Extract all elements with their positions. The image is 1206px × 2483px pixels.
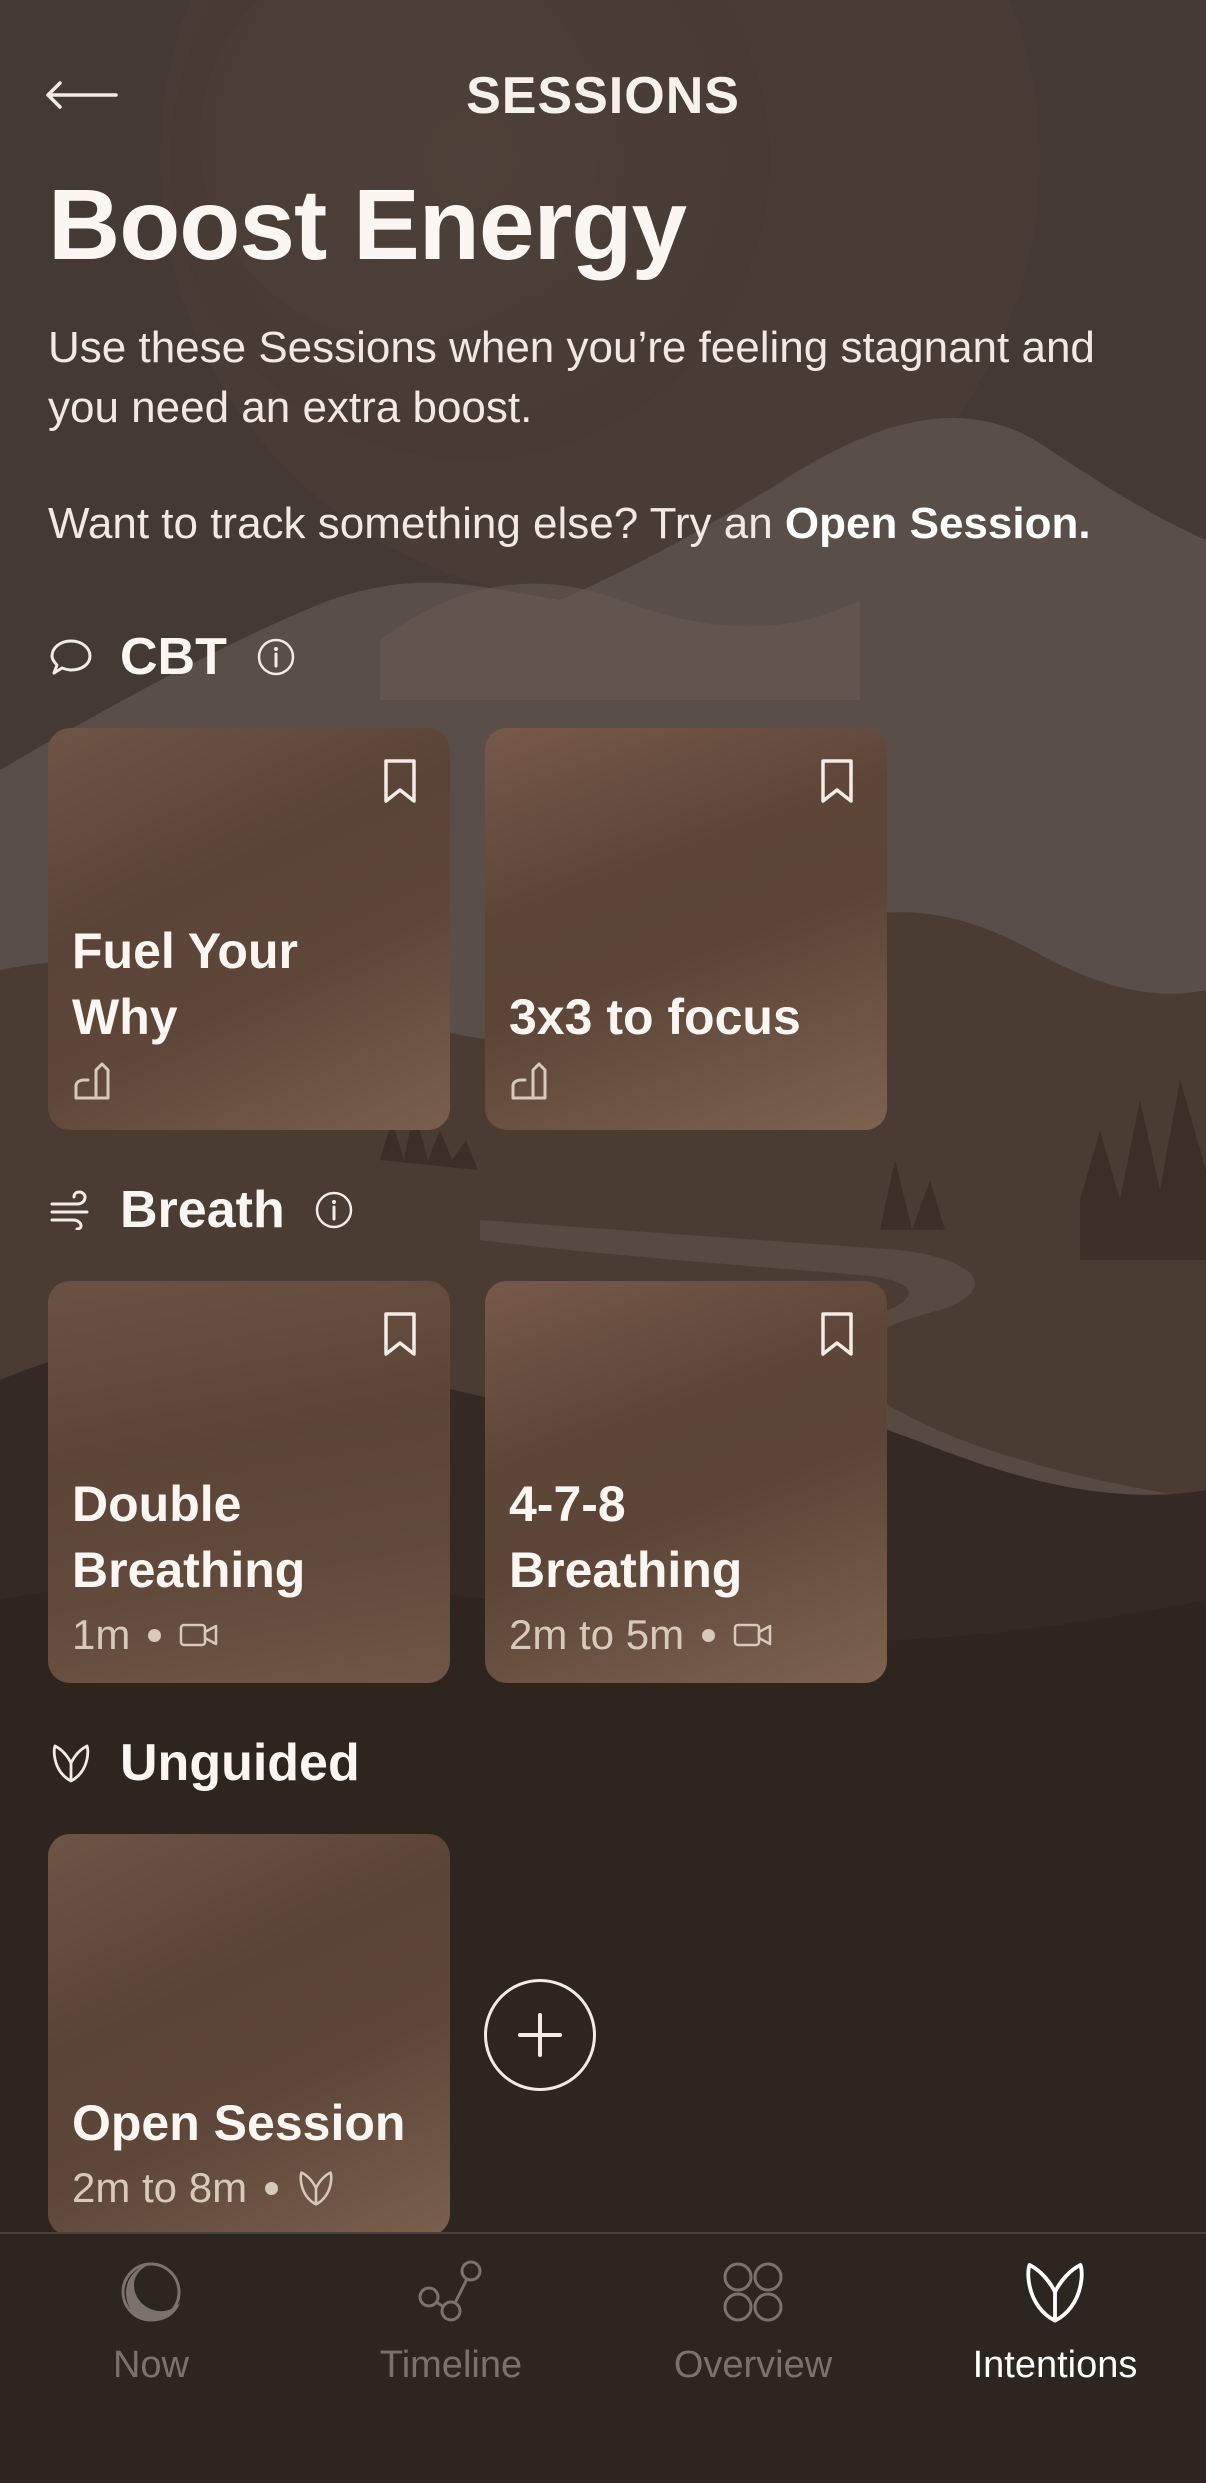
open-session-prompt-text: Want to track something else? Try an [48,499,785,548]
session-card-4-7-8-breathing[interactable]: 4-7-8 Breathing 2m to 5m [485,1281,887,1683]
video-icon [733,1621,773,1649]
section-header-unguided: Unguided [48,1728,360,1798]
four-circles-icon [713,2252,793,2332]
video-icon [179,1621,219,1649]
journal-pen-icon [72,1062,116,1102]
leaf-icon [48,1740,94,1786]
page-description: Use these Sessions when you’re feeling s… [48,323,1095,432]
page-title: Boost Energy [48,169,687,281]
leaf-icon [296,2169,336,2207]
tab-timeline[interactable]: Timeline [321,2252,581,2402]
speech-bubble-icon [48,634,94,680]
session-card-fuel-your-why[interactable]: Fuel Your Why [48,728,450,1130]
card-title: Open Session [72,2095,406,2151]
tab-label: Intentions [972,2344,1138,2386]
plus-icon [518,2013,562,2057]
card-duration: 1m [72,1611,131,1658]
bookmark-icon[interactable] [817,758,857,804]
separator-dot [148,1628,162,1642]
card-meta: 2m to 8m [72,2164,336,2212]
separator-dot [702,1628,716,1642]
card-duration: 2m to 8m [72,2164,248,2211]
wind-icon [48,1187,94,1233]
session-card-open-session[interactable]: Open Session 2m to 8m [48,1834,450,2236]
card-meta: 2m to 5m [509,1611,773,1659]
nodes-icon [411,2252,491,2332]
card-title: 4-7-8 Breathing [509,1476,743,1598]
info-icon[interactable] [313,1189,355,1231]
separator-dot [265,2181,279,2195]
card-duration: 2m to 5m [509,1611,685,1658]
journal-pen-icon [509,1062,553,1102]
tab-label: Timeline [379,2344,523,2386]
screen-title: SESSIONS [466,67,740,125]
card-meta: 1m [72,1611,219,1659]
moon-icon [111,2252,191,2332]
section-title: CBT [120,628,227,686]
section-header-cbt: CBT [48,622,297,692]
tab-intentions[interactable]: Intentions [925,2252,1185,2402]
session-card-3x3-to-focus[interactable]: 3x3 to focus [485,728,887,1130]
leaf-icon [1015,2252,1095,2332]
tab-label: Overview [673,2344,833,2386]
open-session-prompt: Want to track something else? Try an Ope… [48,494,1188,554]
open-session-link[interactable]: Open Session. [785,499,1091,548]
section-header-breath: Breath [48,1175,355,1245]
info-icon[interactable] [255,636,297,678]
card-title: Double Breathing [72,1476,306,1598]
bookmark-icon[interactable] [817,1311,857,1357]
session-card-double-breathing[interactable]: Double Breathing 1m [48,1281,450,1683]
section-title: Breath [120,1181,285,1239]
section-title: Unguided [120,1734,360,1792]
bookmark-icon[interactable] [380,1311,420,1357]
add-session-button[interactable] [484,1979,596,2091]
card-meta [509,1058,553,1106]
card-title: 3x3 to focus [509,989,801,1045]
tab-now[interactable]: Now [21,2252,281,2402]
bookmark-icon[interactable] [380,758,420,804]
bottom-tab-bar: Now Timeline Overview Intentions [0,2232,1206,2483]
top-bar: SESSIONS [0,60,1206,130]
tab-overview[interactable]: Overview [623,2252,883,2402]
card-meta [72,1058,116,1106]
card-title: Fuel Your Why [72,923,298,1045]
tab-label: Now [112,2344,190,2386]
